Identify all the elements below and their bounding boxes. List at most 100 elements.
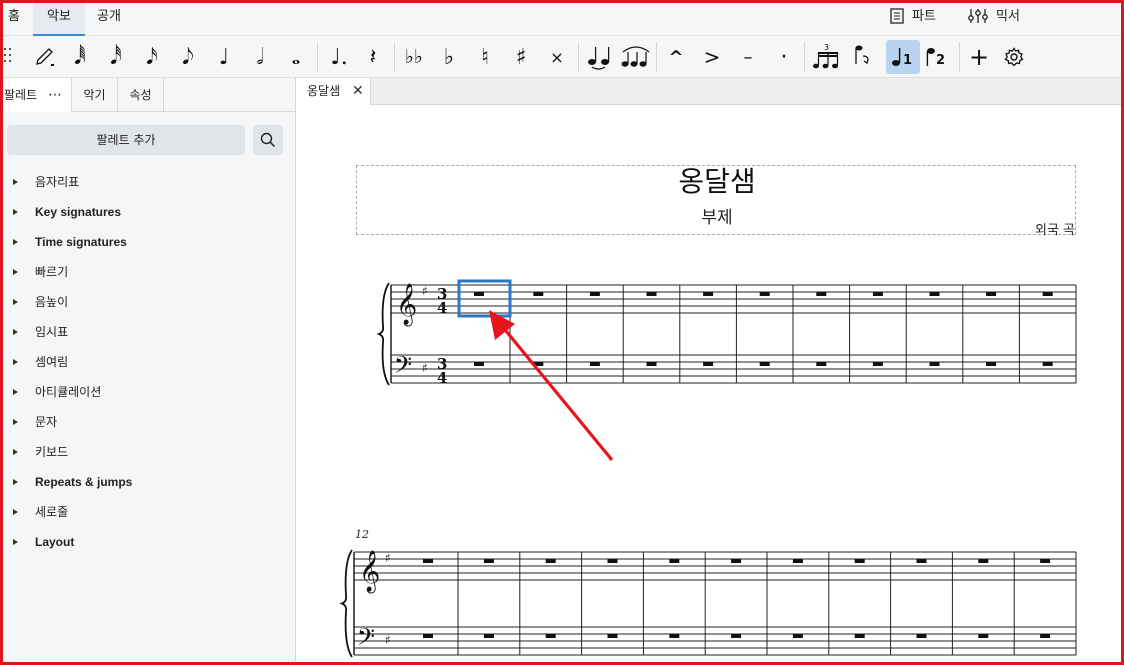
menu-tab-home[interactable]: 홈: [0, 0, 32, 36]
score-staves[interactable]: 𝄞𝄢♯♯3434𝄞𝄢♯♯: [297, 105, 1124, 665]
bass-clef: 𝄢: [357, 623, 375, 656]
accent-button[interactable]: >: [695, 40, 729, 74]
palette-item-label: 빠르기: [35, 265, 69, 279]
slur-icon[interactable]: [618, 40, 654, 74]
tenuto-button[interactable]: –: [731, 40, 765, 74]
64th-note-button[interactable]: 𝅘𝅥𝅱: [63, 40, 97, 74]
palette-item-label: 임시표: [35, 325, 69, 339]
mixer-button[interactable]: 믹서: [968, 0, 1020, 36]
double-sharp-button[interactable]: ×: [540, 40, 574, 74]
add-palette-button[interactable]: 팔레트 추가: [7, 125, 245, 155]
expand-arrow-icon[interactable]: [13, 539, 18, 545]
measure-rest: [423, 559, 433, 563]
palette-item-label: Key signatures: [35, 205, 122, 219]
measure-rest: [792, 634, 803, 638]
mixer-icon: [968, 9, 988, 23]
palette-item[interactable]: 아티큘레이션: [0, 380, 290, 404]
palette-item[interactable]: Time signatures: [0, 230, 290, 254]
double-flat-button[interactable]: ♭♭: [397, 40, 431, 74]
augmentation-dot-button[interactable]: ♩.: [322, 40, 356, 74]
toolbar-divider: [317, 42, 318, 72]
parts-button[interactable]: 파트: [890, 0, 936, 36]
time-signature-denominator: 4: [437, 299, 447, 317]
measure-rest: [703, 292, 714, 296]
expand-arrow-icon[interactable]: [13, 509, 18, 515]
mixer-label: 믹서: [996, 9, 1020, 24]
expand-arrow-icon[interactable]: [13, 419, 18, 425]
tuplet-icon[interactable]: 3: [809, 40, 843, 74]
flat-button[interactable]: ♭: [432, 40, 466, 74]
treble-clef: 𝄞: [396, 283, 417, 326]
close-icon[interactable]: ✕: [352, 78, 364, 104]
staccato-button[interactable]: ·: [767, 40, 801, 74]
palette-item[interactable]: Key signatures: [0, 200, 290, 224]
rest-button[interactable]: 𝄽: [356, 40, 390, 74]
menu-tab-score[interactable]: 악보: [33, 0, 85, 36]
svg-text:3: 3: [824, 43, 829, 52]
parts-label: 파트: [912, 9, 936, 24]
add-button[interactable]: +: [962, 40, 996, 74]
brace: [339, 549, 353, 658]
sharp-button[interactable]: ♯: [504, 40, 538, 74]
palette-item[interactable]: Repeats & jumps: [0, 470, 290, 494]
measure-rest: [978, 634, 989, 638]
32nd-note-button[interactable]: 𝅘𝅥𝅰: [99, 40, 133, 74]
measure-rest: [731, 634, 742, 638]
expand-arrow-icon[interactable]: [13, 329, 18, 335]
whole-note-button[interactable]: 𝅝: [279, 40, 313, 74]
measure-rest: [703, 362, 714, 366]
expand-arrow-icon[interactable]: [13, 449, 18, 455]
natural-button[interactable]: ♮: [468, 40, 502, 74]
expand-arrow-icon[interactable]: [13, 239, 18, 245]
tab-instruments[interactable]: 악기: [72, 78, 118, 112]
voice-1-button[interactable]: 1: [886, 40, 920, 74]
panel-tabs: 팔레트 ⋯ 악기 속성: [0, 78, 296, 112]
measure-rest: [986, 292, 997, 296]
palette-item[interactable]: 임시표: [0, 320, 290, 344]
measure-rest: [589, 362, 600, 366]
half-note-button[interactable]: 𝅗𝅥: [243, 40, 277, 74]
menu-tab-publish[interactable]: 공개: [85, 0, 133, 36]
quarter-note-button[interactable]: ♩: [207, 40, 241, 74]
expand-arrow-icon[interactable]: [13, 209, 18, 215]
expand-arrow-icon[interactable]: [13, 299, 18, 305]
palette-item[interactable]: Layout: [0, 530, 290, 554]
measure-rest: [423, 634, 433, 638]
brace: [376, 282, 390, 386]
more-options-icon[interactable]: ⋯: [48, 78, 62, 112]
palette-item[interactable]: 세로줄: [0, 500, 290, 524]
eighth-note-button[interactable]: 𝅘𝅥𝅮: [171, 40, 205, 74]
toolbar-grip-icon[interactable]: [4, 48, 12, 66]
expand-arrow-icon[interactable]: [13, 389, 18, 395]
tie-icon[interactable]: [582, 40, 616, 74]
expand-arrow-icon[interactable]: [13, 359, 18, 365]
marcato-button[interactable]: ^: [659, 40, 693, 74]
expand-arrow-icon[interactable]: [13, 269, 18, 275]
palette-item-label: 셈여림: [35, 355, 69, 369]
measure-rest: [1040, 559, 1051, 563]
palette-item[interactable]: 문자: [0, 410, 290, 434]
voice-2-button[interactable]: 2: [921, 40, 955, 74]
measure-rest: [872, 292, 883, 296]
palette-item[interactable]: 빠르기: [0, 260, 290, 284]
pencil-icon[interactable]: [28, 40, 62, 74]
score-tab[interactable]: 옹달샘 ✕: [297, 78, 371, 105]
expand-arrow-icon[interactable]: [13, 179, 18, 185]
palette-item[interactable]: 음자리표: [0, 170, 290, 194]
gear-icon[interactable]: [997, 40, 1031, 74]
tab-properties[interactable]: 속성: [118, 78, 164, 112]
measure-rest: [646, 362, 657, 366]
measure-rest: [1042, 362, 1053, 366]
measure-rest: [607, 559, 618, 563]
measure-rest: [474, 292, 484, 296]
score-canvas[interactable]: 옹달샘 부제 외국 곡 12 𝄞 𝄢 ♯ ♯ 3 4 3 4 𝄞 𝄢 ♯ ♯: [297, 105, 1124, 665]
palette-item[interactable]: 키보드: [0, 440, 290, 464]
palette-search-button[interactable]: [253, 125, 283, 155]
16th-note-button[interactable]: 𝅘𝅥𝅯: [135, 40, 169, 74]
expand-arrow-icon[interactable]: [13, 479, 18, 485]
tab-palettes[interactable]: 팔레트 ⋯: [0, 78, 72, 112]
palette-item[interactable]: 셈여림: [0, 350, 290, 374]
palette-item[interactable]: 음높이: [0, 290, 290, 314]
palette-item-label: 음높이: [35, 295, 69, 309]
flip-direction-icon[interactable]: [845, 40, 879, 74]
